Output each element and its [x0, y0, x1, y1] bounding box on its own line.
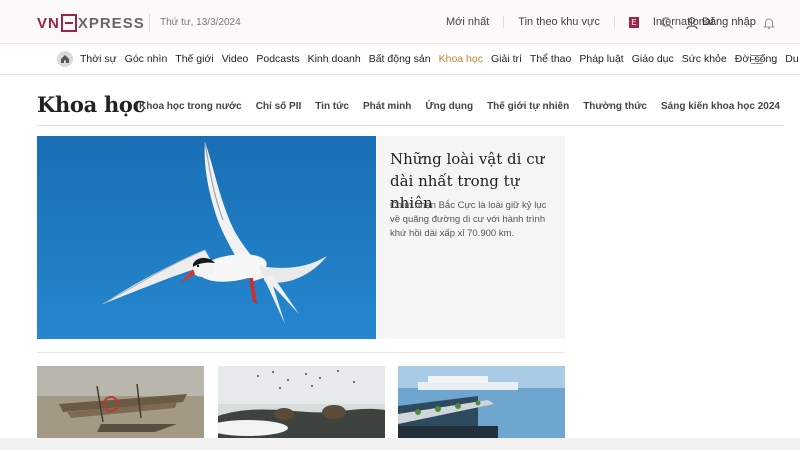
nav-item-du-lich[interactable]: Du lịch — [785, 53, 800, 65]
section-title[interactable]: Khoa học — [37, 92, 145, 117]
logo-text-vn: VN — [37, 14, 60, 32]
current-date: Thứ tư, 13/3/2024 — [160, 17, 241, 28]
nav-item-kinh-doanh[interactable]: Kinh doanh — [308, 53, 361, 65]
logo-text-xpress: XPRESS — [77, 14, 145, 32]
featured-divider — [37, 352, 565, 353]
user-icon[interactable] — [685, 16, 699, 30]
nav-items: Thời sự Góc nhìn Thế giới Video Podcasts… — [80, 53, 800, 65]
nav-item-the-thao[interactable]: Thể thao — [530, 53, 571, 65]
latest-news-link[interactable]: Mới nhất — [446, 16, 489, 28]
subnav-khoa-hoc-trong-nuoc[interactable]: Khoa học trong nước — [139, 101, 242, 112]
international-icon: E — [628, 16, 639, 28]
nav-item-the-gioi[interactable]: Thế giới — [175, 53, 213, 65]
top-bar: VN XPRESS Thứ tư, 13/3/2024 Mới nhất Tin… — [0, 0, 800, 44]
featured-article-description: Chim nhạn Bắc Cực là loài giữ kỷ lục về … — [390, 200, 547, 239]
subnav-sang-kien-khoa-hoc-2024[interactable]: Sáng kiến khoa học 2024 — [661, 101, 780, 112]
divider — [613, 16, 615, 28]
page-bottom-strip — [0, 438, 800, 450]
news-by-area-link[interactable]: Tin theo khu vực — [518, 16, 600, 28]
nav-item-goc-nhin[interactable]: Góc nhìn — [125, 53, 168, 65]
hamburger-menu-icon[interactable] — [751, 55, 763, 64]
divider — [149, 14, 150, 32]
nav-item-podcasts[interactable]: Podcasts — [256, 53, 299, 65]
featured-article-box: Những loài vật di cư dài nhất trong tự n… — [376, 136, 565, 339]
subnav-the-gioi-tu-nhien[interactable]: Thế giới tự nhiên — [487, 101, 569, 112]
search-icon[interactable] — [660, 16, 674, 30]
nav-item-suc-khoe[interactable]: Sức khỏe — [682, 53, 727, 65]
nav-item-video[interactable]: Video — [222, 53, 249, 65]
nav-item-khoa-hoc[interactable]: Khoa học — [439, 53, 483, 65]
section-divider — [37, 125, 784, 126]
notification-bell-icon[interactable] — [762, 16, 776, 30]
nav-item-giao-duc[interactable]: Giáo dục — [632, 53, 674, 65]
subnav-phat-minh[interactable]: Phát minh — [363, 101, 411, 112]
subnav-chi-so-pii[interactable]: Chỉ số PII — [256, 101, 302, 112]
article-thumbnail-3[interactable] — [398, 366, 565, 438]
nav-item-giai-tri[interactable]: Giải trí — [491, 53, 522, 65]
logo-e-mark — [60, 14, 77, 32]
nav-item-thoi-su[interactable]: Thời sự — [80, 53, 117, 65]
nav-item-phap-luat[interactable]: Pháp luật — [579, 53, 623, 65]
subnav-ung-dung[interactable]: Ứng dụng — [425, 101, 473, 112]
featured-article-image[interactable] — [37, 136, 376, 339]
divider — [503, 16, 505, 28]
nav-item-bat-dong-san[interactable]: Bất động sản — [369, 53, 431, 65]
main-nav: Thời sự Góc nhìn Thế giới Video Podcasts… — [0, 44, 800, 75]
article-thumbnail-1[interactable] — [37, 366, 204, 438]
subnav-thuong-thuc[interactable]: Thường thức — [583, 101, 647, 112]
home-icon[interactable] — [57, 51, 73, 67]
article-thumbnail-2[interactable] — [218, 366, 385, 438]
vnexpress-logo[interactable]: VN XPRESS — [37, 13, 145, 33]
subnav-tin-tuc[interactable]: Tin tức — [315, 101, 349, 112]
section-subnav: Khoa học trong nước Chỉ số PII Tin tức P… — [139, 101, 794, 112]
login-link[interactable]: Đăng nhập — [702, 16, 756, 28]
